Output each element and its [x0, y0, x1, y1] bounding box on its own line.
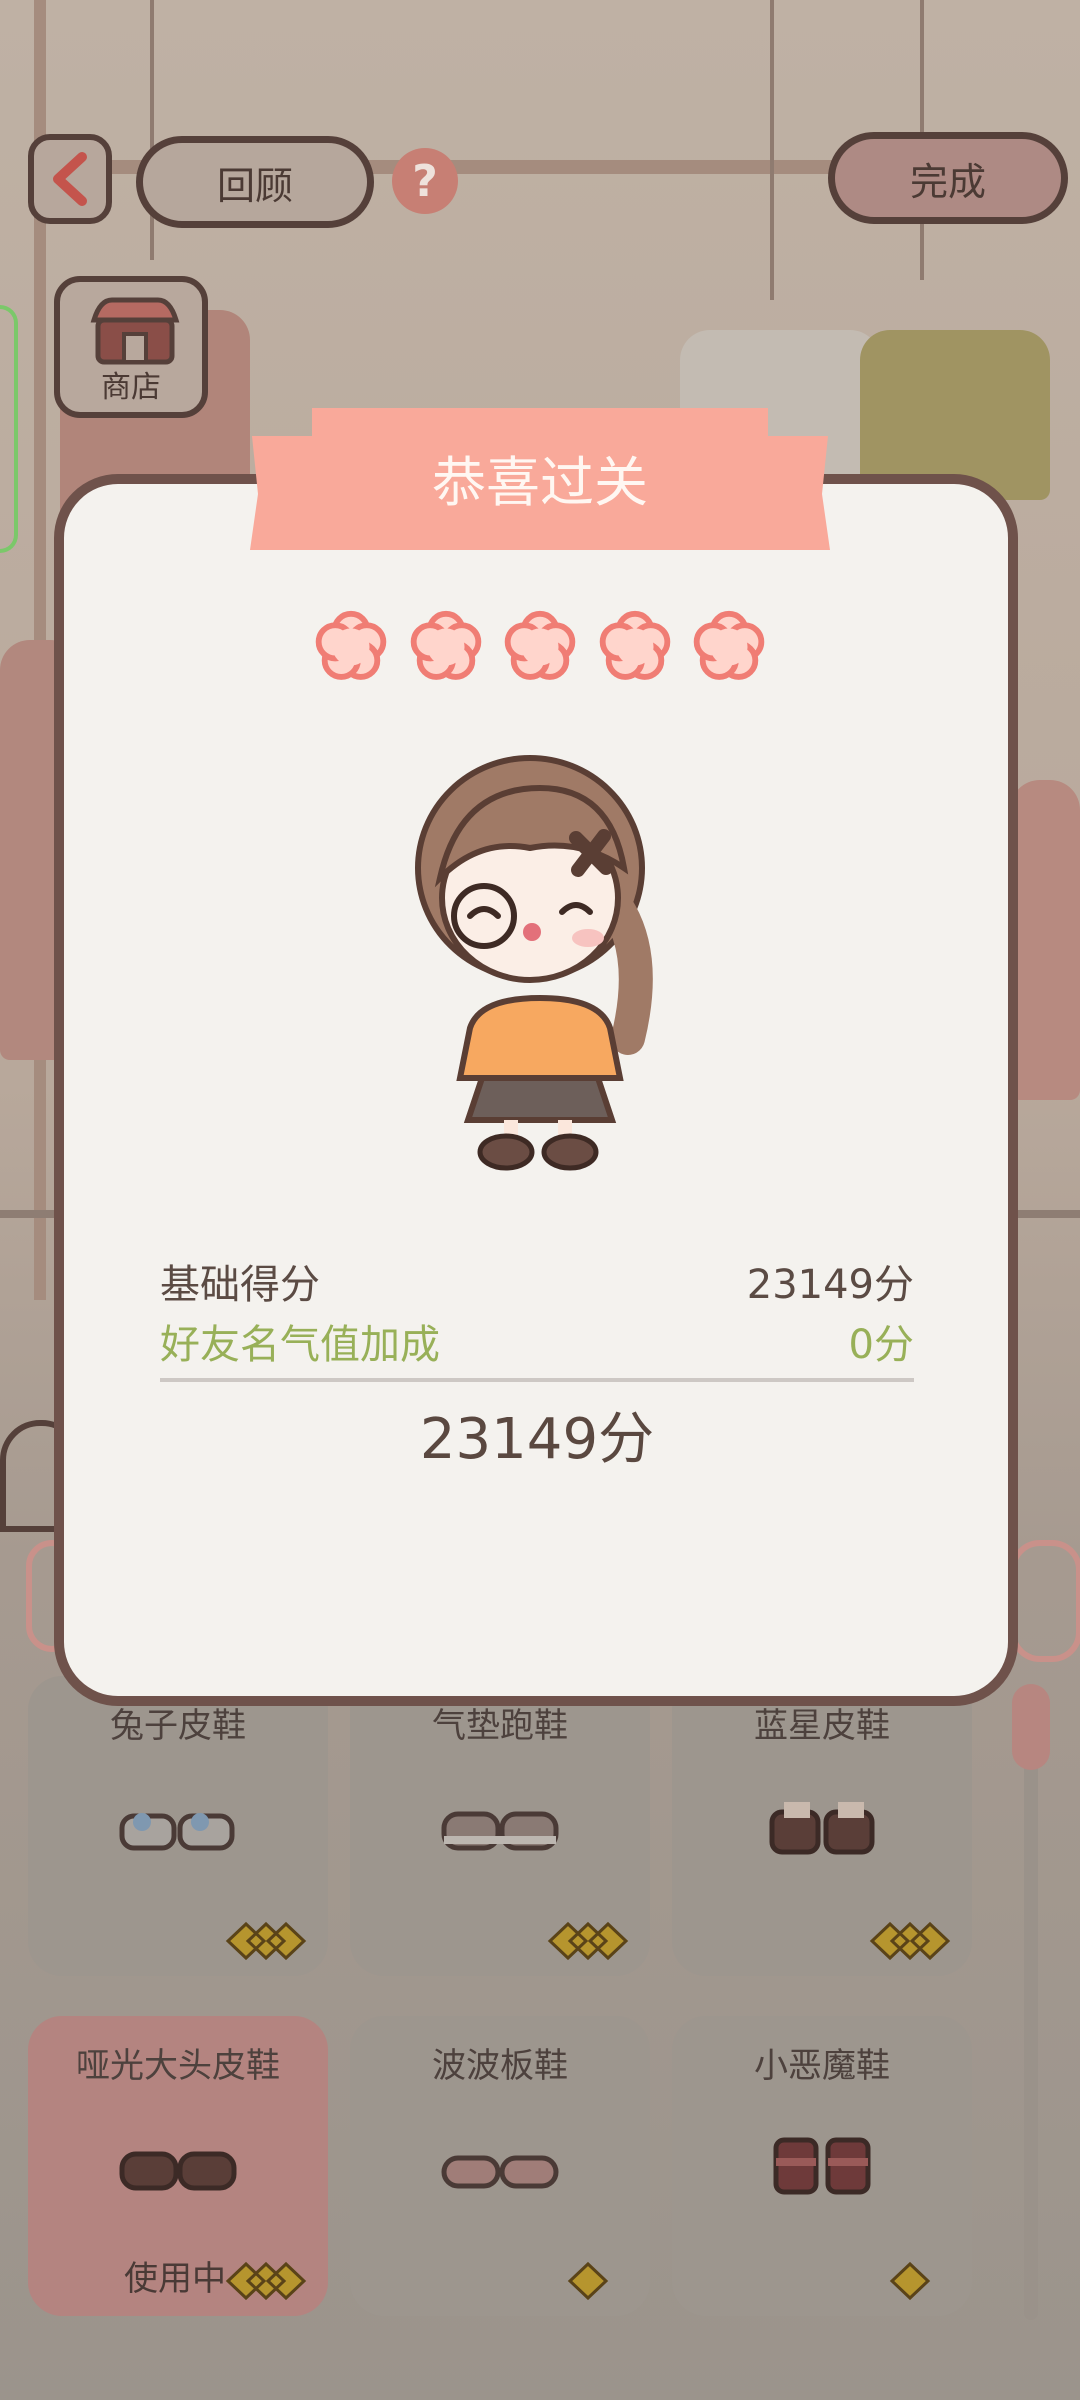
scroll-track[interactable]: [1024, 1760, 1038, 2320]
shoe-item-card[interactable]: 气垫跑鞋: [350, 1676, 650, 1976]
star-icon: [504, 610, 576, 680]
back-button[interactable]: [28, 134, 112, 224]
gold-leaf-icon: [869, 1921, 951, 1961]
base-score-row: 基础得分 23149分: [160, 1252, 914, 1310]
gold-leaf-icon: [889, 2261, 931, 2301]
gold-leaf-icon: [567, 2261, 609, 2301]
gold-leaf-icon: [225, 2261, 307, 2301]
shoe-item-card[interactable]: 波波板鞋: [350, 2016, 650, 2316]
star-icon: [315, 610, 387, 680]
shoe-icon: [119, 2151, 237, 2191]
review-label: 回顾: [216, 163, 293, 208]
gold-leaf-icon: [225, 1921, 307, 1961]
gold-leaf-icon: [547, 1921, 629, 1961]
item-name: 哑光大头皮鞋: [76, 2046, 280, 2086]
total-score: 23149分: [419, 1407, 655, 1472]
star-icon: [410, 610, 481, 680]
shoe-item-card[interactable]: 小恶魔鞋: [672, 2016, 972, 2316]
done-label: 完成: [909, 159, 986, 204]
side-tab: [0, 305, 18, 553]
star-icon: [599, 610, 670, 680]
filter-tab-edge: [1010, 1540, 1080, 1662]
star-icon: [693, 610, 765, 680]
review-button[interactable]: 回顾: [136, 136, 374, 228]
chevron-left-icon: [53, 152, 87, 206]
shoe-item-card[interactable]: 兔子皮鞋: [28, 1676, 328, 1976]
hanging-garment: [1010, 780, 1080, 1100]
done-button[interactable]: 完成: [828, 132, 1068, 224]
help-button[interactable]: ?: [392, 148, 458, 214]
shoe-icon: [441, 2155, 559, 2189]
character-avatar: [415, 755, 653, 1171]
in-use-label: 使用中: [124, 2259, 226, 2299]
friend-bonus-row: 好友名气值加成 0分: [160, 1312, 914, 1370]
shop-icon: [90, 297, 180, 365]
help-icon: ?: [412, 155, 438, 207]
title-ribbon: 恭喜过关: [240, 408, 840, 556]
shop-button[interactable]: 商店: [54, 276, 208, 418]
star-rating: [312, 606, 768, 688]
shoe-icon: [769, 1802, 875, 1855]
shoe-item-card-selected[interactable]: 哑光大头皮鞋 使用中: [28, 2016, 328, 2316]
base-score-label: 基础得分: [160, 1262, 320, 1308]
score-divider: [160, 1378, 914, 1382]
item-name: 小恶魔鞋: [754, 2046, 890, 2086]
hanger-string: [150, 0, 154, 260]
friend-bonus-value: 0分: [848, 1322, 914, 1368]
shoe-icon: [119, 1813, 235, 1851]
base-score-value: 23149分: [746, 1262, 914, 1308]
dialog-title: 恭喜过关: [432, 451, 648, 514]
item-name: 波波板鞋: [432, 2046, 568, 2086]
shoe-icon: [773, 2137, 871, 2195]
shoe-item-card[interactable]: 蓝星皮鞋: [672, 1676, 972, 1976]
hanger-string: [770, 0, 774, 300]
shoe-icon: [441, 1811, 559, 1851]
friend-bonus-label: 好友名气值加成: [160, 1322, 440, 1368]
shop-label: 商店: [101, 370, 161, 405]
scroll-thumb[interactable]: [1012, 1684, 1050, 1770]
